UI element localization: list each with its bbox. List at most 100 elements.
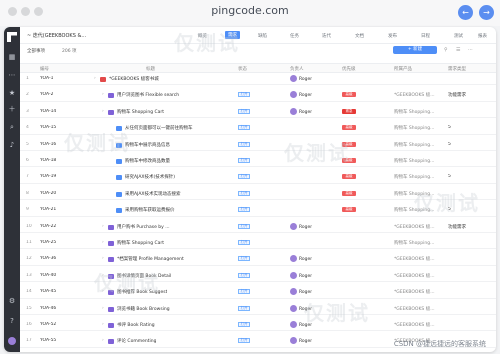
row-id[interactable]: YOA-25	[40, 240, 56, 245]
window-minimize-dot[interactable]	[21, 7, 30, 16]
product-cell[interactable]: 购物车 Shopping...	[394, 125, 434, 131]
row-title[interactable]: 浏览书籍 Book Browsing	[117, 306, 170, 312]
row-title[interactable]: 评论 Commenting	[117, 338, 156, 344]
status-badge[interactable]: 打开	[238, 322, 250, 327]
row-id[interactable]: YOA-55	[40, 338, 56, 343]
table-row[interactable]: 7 YOA-19 研究AJAX技术(技术探针) 打开 高级 购物车 Shopping...…	[20, 171, 496, 184]
owner-cell[interactable]: Roger	[290, 304, 312, 312]
row-id[interactable]: YOA-46	[40, 306, 56, 311]
status-badge[interactable]: 打开	[238, 141, 250, 147]
row-id[interactable]: YOA-14	[40, 109, 56, 114]
tab-9[interactable]: 报表	[478, 33, 487, 39]
row-title[interactable]: 购物车 Shopping Cart	[117, 109, 164, 115]
col-type[interactable]: 需求类型	[448, 66, 466, 72]
table-row[interactable]: 4 YOA-15 从任何页面都可以一键前往购物车 打开 高级 购物车 Shopping..…	[20, 122, 496, 135]
owner-cell[interactable]: Roger	[290, 91, 312, 99]
owner-cell[interactable]: Roger	[290, 222, 312, 230]
expand-chevron-icon[interactable]: ›	[102, 109, 104, 114]
row-id[interactable]: YOA-18	[40, 158, 56, 163]
priority-badge[interactable]: 高级	[342, 125, 356, 131]
product-cell[interactable]: 购物车 Shopping...	[394, 191, 434, 197]
row-id[interactable]: YOA-40	[40, 273, 56, 278]
product-cell[interactable]: *GEEKBOOKS 极...	[394, 322, 435, 328]
user-avatar[interactable]	[8, 337, 16, 345]
layout-icon[interactable]: ☰	[456, 47, 462, 53]
priority-badge[interactable]: 高级	[342, 174, 356, 180]
row-id[interactable]: YOA-22	[40, 224, 56, 229]
search-icon[interactable]: ⌕	[8, 123, 16, 131]
expand-chevron-icon[interactable]: ›	[94, 76, 96, 81]
priority-badge[interactable]: 高级	[342, 141, 356, 147]
row-id[interactable]: YOA-15	[40, 125, 56, 130]
product-cell[interactable]: 购物车 Shopping...	[394, 158, 434, 164]
row-id[interactable]: YOA-20	[40, 191, 56, 196]
tab-3[interactable]: 任务	[290, 33, 299, 39]
status-badge[interactable]: 打开	[238, 305, 250, 311]
apps-icon[interactable]: ⋯	[8, 71, 16, 79]
row-id[interactable]: YOA-21	[40, 207, 56, 212]
row-title[interactable]: 图书推荐 Book Suggest	[117, 289, 167, 295]
star-icon[interactable]: ★	[8, 89, 16, 97]
row-title[interactable]: 图书详情页面 Book Detail	[117, 273, 171, 279]
row-id[interactable]: YOA-1	[40, 76, 53, 81]
owner-cell[interactable]: Roger	[290, 321, 312, 328]
product-cell[interactable]: *GEEKBOOKS 极...	[394, 92, 435, 98]
window-maximize-dot[interactable]	[34, 7, 43, 16]
table-row[interactable]: 9 YOA-21 采用购物车获取运费报价 打开 高级 购物车 Shopping... 5	[20, 204, 496, 217]
expand-chevron-icon[interactable]: ›	[102, 273, 104, 278]
row-title[interactable]: 书评 Book Rating	[117, 322, 155, 328]
settings-icon[interactable]: ⚙	[8, 297, 16, 305]
status-badge[interactable]: 打开	[238, 108, 250, 114]
product-cell[interactable]: *GEEKBOOKS 极...	[394, 289, 435, 295]
expand-chevron-icon[interactable]: ›	[102, 338, 104, 343]
row-title[interactable]: *GEEKBOOKS 极客书城	[109, 76, 159, 82]
table-row[interactable]: 13 YOA-40 › 图书详情页面 Book Detail 打开 Roger *GEEKB…	[20, 270, 496, 283]
row-title[interactable]: 购物车 Shopping Cart	[117, 240, 164, 246]
status-badge[interactable]: 打开	[238, 190, 250, 196]
owner-cell[interactable]: Roger	[290, 107, 312, 115]
address-bar[interactable]: pingcode.com	[180, 2, 320, 20]
status-badge[interactable]: 打开	[238, 223, 250, 229]
owner-cell[interactable]: Roger	[290, 288, 312, 296]
row-title[interactable]: 采用AJAX技术实现动态搜索	[125, 191, 181, 197]
bell-icon[interactable]: ♪	[8, 141, 16, 149]
row-title[interactable]: 购物车中修改商品数量	[125, 158, 170, 164]
table-row[interactable]: 12 YOA-36 › *档案管理 Profile Management 打开 Roger…	[20, 253, 496, 266]
row-id[interactable]: YOA-19	[40, 174, 56, 179]
product-cell[interactable]: 购物车 Shopping...	[394, 207, 434, 213]
dashboard-icon[interactable]: ▦	[8, 53, 16, 61]
row-title[interactable]: 研究AJAX技术(技术探针)	[125, 174, 175, 180]
expand-chevron-icon[interactable]: ›	[102, 92, 104, 97]
filter-dropdown[interactable]: 全部事项	[27, 48, 45, 54]
row-id[interactable]: YOA-45	[40, 289, 56, 294]
row-title[interactable]: *档案管理 Profile Management	[117, 256, 184, 262]
tab-2[interactable]: 缺陷	[258, 33, 267, 39]
row-id[interactable]: YOA-2	[40, 92, 53, 97]
owner-cell[interactable]: Roger	[290, 255, 312, 263]
type-cell[interactable]: 5	[448, 174, 451, 179]
expand-chevron-icon[interactable]: ›	[102, 306, 104, 311]
tab-7[interactable]: 日程	[421, 33, 430, 39]
status-badge[interactable]: 打开	[238, 272, 250, 278]
table-row[interactable]: 3 YOA-14 › 购物车 Shopping Cart 打开 Roger 紧急 购物车 Sh…	[20, 106, 496, 119]
table-row[interactable]: 2 YOA-2 › 用户浏览图书 Flexible search 打开 Roger 高级 *G…	[20, 89, 496, 102]
tab-5[interactable]: 文档	[355, 33, 364, 39]
owner-cell[interactable]: Roger	[290, 337, 312, 345]
row-title[interactable]: 从任何页面都可以一键前往购物车	[125, 125, 193, 131]
priority-badge[interactable]: 紧急	[342, 108, 356, 114]
status-badge[interactable]: 打开	[238, 338, 250, 344]
pingcode-logo-icon[interactable]	[7, 32, 17, 42]
priority-badge[interactable]: 高级	[342, 158, 356, 163]
product-cell[interactable]: *GEEKBOOKS 极...	[394, 306, 435, 312]
product-cell[interactable]: *GEEKBOOKS 极...	[394, 224, 435, 230]
table-row[interactable]: 8 YOA-20 采用AJAX技术实现动态搜索 打开 高级 购物车 Shopping...	[20, 188, 496, 201]
type-cell[interactable]: 功能需求	[448, 224, 466, 230]
row-title[interactable]: 采用购物车获取运费报价	[125, 207, 175, 213]
type-cell[interactable]: 5	[448, 207, 451, 212]
type-cell[interactable]: 5	[448, 125, 451, 130]
table-row[interactable]: 16 YOA-52 › 书评 Book Rating 打开 Roger *GEEKBOOKS…	[20, 319, 496, 332]
more-icon[interactable]: ⋯	[468, 47, 474, 53]
project-name[interactable]: ~ 迭代(GEEKBOOKS &...	[27, 32, 86, 39]
forward-icon[interactable]: →	[479, 5, 494, 20]
expand-chevron-icon[interactable]: ›	[102, 256, 104, 261]
